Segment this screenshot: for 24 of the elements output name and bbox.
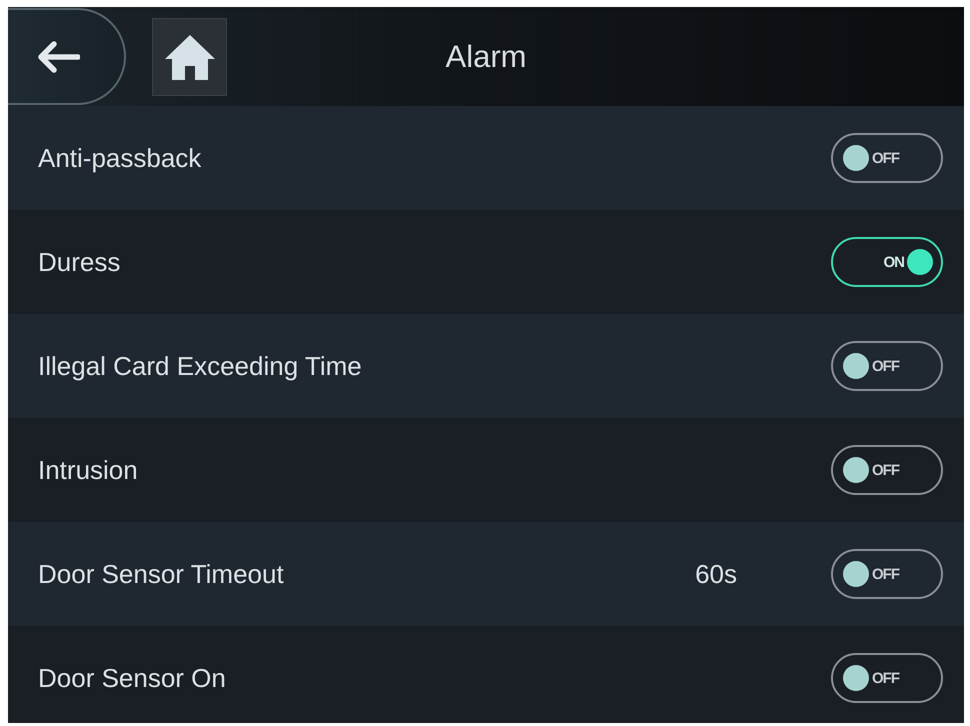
back-arrow-icon — [36, 40, 80, 72]
switch-knob-icon — [843, 665, 869, 691]
toggle-switch[interactable]: ON — [831, 237, 943, 287]
setting-label: Anti-passback — [38, 142, 202, 174]
switch-knob-icon — [843, 457, 869, 483]
setting-label: Door Sensor Timeout — [38, 558, 285, 590]
toggle-switch[interactable]: OFF — [831, 549, 943, 599]
setting-label: Door Sensor On — [38, 662, 227, 694]
toggle-switch[interactable]: OFF — [831, 133, 943, 183]
home-icon — [164, 32, 216, 80]
setting-label: Duress — [38, 246, 122, 278]
toggle-switch[interactable]: OFF — [831, 341, 943, 391]
switch-knob-icon — [843, 353, 869, 379]
switch-knob-icon — [907, 249, 933, 275]
setting-label: Illegal Card Exceeding Time — [38, 350, 363, 382]
page-title: Alarm — [446, 38, 526, 74]
setting-value: 60s — [695, 558, 737, 590]
home-button[interactable] — [152, 18, 227, 96]
toggle-switch[interactable]: OFF — [831, 653, 943, 703]
toggle-switch[interactable]: OFF — [831, 445, 943, 495]
back-button[interactable] — [8, 8, 126, 105]
switch-knob-icon — [843, 145, 869, 171]
switch-knob-icon — [843, 561, 869, 587]
setting-label: Intrusion — [38, 454, 139, 486]
